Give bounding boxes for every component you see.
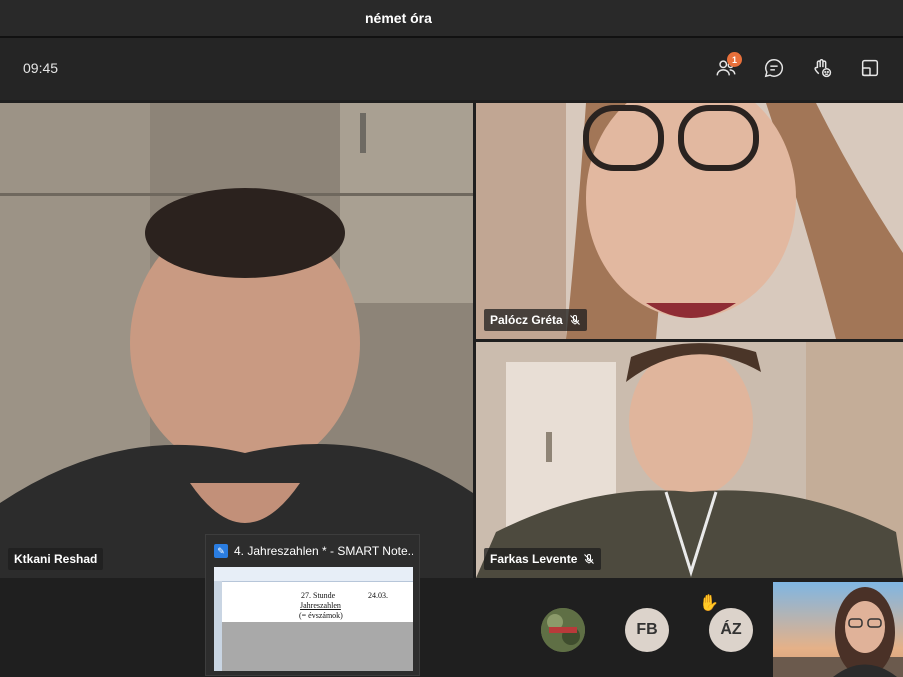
raise-hand-button[interactable] [806, 52, 838, 84]
participant-avatar-az[interactable]: ÁZ [709, 608, 753, 652]
slide-area [222, 622, 413, 671]
name-tag: Palócz Gréta [484, 309, 587, 331]
participant-avatar-fb[interactable]: FB [625, 608, 669, 652]
pop-out-icon [861, 59, 879, 77]
video-tile-ktkani-reshad[interactable]: Ktkani Reshad [0, 103, 473, 578]
shared-window-thumbnail: 27. Stunde 24.03. Jahreszahlen (= évszám… [214, 567, 413, 671]
mic-off-icon [569, 314, 581, 326]
smart-notebook-icon: ✎ [214, 544, 228, 558]
meeting-title: német óra [365, 10, 432, 26]
participants-button[interactable]: 1 [710, 52, 742, 84]
slide-text: 27. Stunde [301, 591, 336, 600]
title-bar: német óra [0, 0, 903, 36]
mic-off-icon [583, 553, 595, 565]
participant-video [476, 103, 903, 339]
slide-subtitle: (= évszámok) [299, 611, 343, 620]
participant-video [0, 103, 473, 578]
chat-button[interactable] [758, 52, 790, 84]
name-tag: Ktkani Reshad [8, 548, 104, 570]
slide-date: 24.03. [368, 591, 388, 600]
shared-window-header: ✎ 4. Jahreszahlen * - SMART Note... [214, 543, 413, 559]
participant-name: Farkas Levente [490, 552, 578, 566]
video-tile-farkas-levente[interactable]: Farkas Levente [476, 342, 903, 578]
hand-reaction-icon [814, 59, 832, 78]
meeting-timer: 09:45 [23, 60, 59, 76]
self-view-video[interactable] [773, 582, 903, 677]
shared-window-preview[interactable]: ✎ 4. Jahreszahlen * - SMART Note... 27. … [205, 534, 420, 676]
app-sidebar [214, 581, 222, 671]
pop-out-button[interactable] [854, 52, 886, 84]
avatar-initials: FB [636, 621, 658, 638]
shared-window-title: 4. Jahreszahlen * - SMART Note... [234, 544, 413, 558]
self-video [773, 582, 903, 677]
video-tile-palocz-greta[interactable]: Palócz Gréta [476, 103, 903, 339]
chat-icon [764, 59, 784, 78]
participant-video [476, 342, 903, 578]
raised-hand-icon: ✋ [699, 595, 719, 612]
participants-badge: 1 [727, 52, 742, 67]
avatar-initials: ÁZ [720, 621, 742, 638]
participant-name: Ktkani Reshad [14, 552, 98, 566]
meeting-toolbar: 09:45 1 [0, 38, 903, 125]
participant-avatar-photo[interactable] [541, 608, 585, 652]
avatar-image [541, 608, 585, 652]
slide-heading: Jahreszahlen [300, 601, 341, 610]
name-tag: Farkas Levente [484, 548, 602, 570]
app-ribbon [214, 567, 413, 582]
participant-name: Palócz Gréta [490, 313, 563, 327]
